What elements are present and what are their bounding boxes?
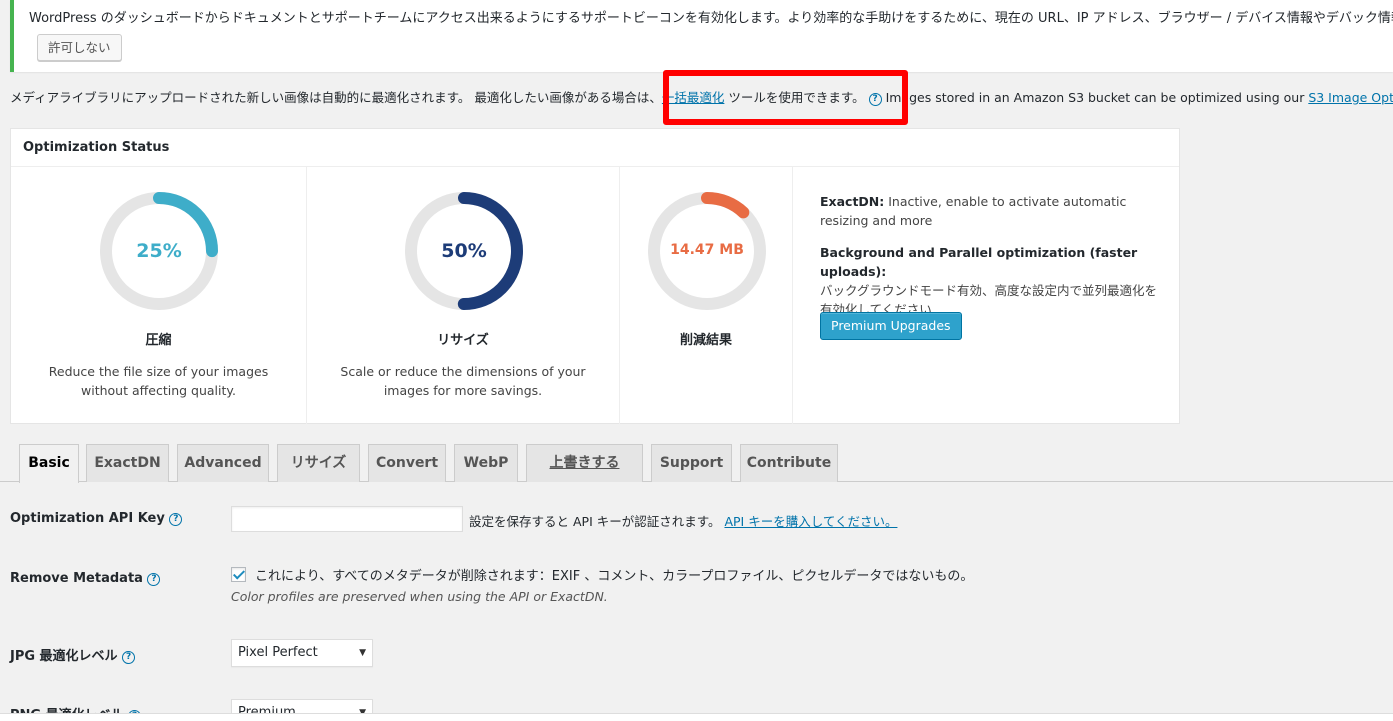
savings-ring: 14.47 MB xyxy=(645,189,769,313)
resize-desc-line2: images for more savings. xyxy=(383,383,543,398)
tab-overwrite-label: 上書きする xyxy=(549,455,620,471)
window-bottom-edge xyxy=(0,713,1393,721)
notice-text: WordPress のダッシュボードからドキュメントとサポートチームにアクセス出… xyxy=(29,11,1393,26)
bulk-optimize-link[interactable]: 一括最適化 xyxy=(662,90,725,105)
tab-advanced[interactable]: Advanced xyxy=(177,444,269,482)
resize-desc-line1: Scale or reduce the dimensions of your xyxy=(340,364,586,379)
resize-ring: 50% xyxy=(402,189,526,313)
jpg-level-select[interactable]: Pixel Perfect ▼ xyxy=(231,639,373,667)
compress-ring: 25% xyxy=(97,189,221,313)
jpg-help-icon[interactable]: ? xyxy=(122,651,136,664)
savings-value: 14.47 MB xyxy=(670,242,744,258)
premium-upgrades-button[interactable]: Premium Upgrades xyxy=(820,312,962,340)
resize-title: リサイズ xyxy=(437,333,489,348)
savings-title: 削減結果 xyxy=(679,333,732,348)
premium-column: ExactDN: Inactive, enable to activate au… xyxy=(793,167,1179,424)
s3-text: Images stored in an Amazon S3 bucket can… xyxy=(881,90,1309,105)
tab-convert[interactable]: Convert xyxy=(368,444,446,482)
api-key-row-label: Optimization API Key ? xyxy=(10,511,183,526)
api-key-label: Optimization API Key xyxy=(10,511,165,526)
s3-image-optimizer-link[interactable]: S3 Image Opt xyxy=(1308,90,1393,105)
resize-value: 50% xyxy=(441,240,487,262)
compress-desc-line2: without affecting quality. xyxy=(81,383,236,398)
api-desc-text: 設定を保存すると API キーが認証されます。 xyxy=(469,514,725,529)
jpg-row-label: JPG 最適化レベル ? xyxy=(10,645,136,664)
support-beacon-notice: WordPress のダッシュボードからドキュメントとサポートチームにアクセス出… xyxy=(10,0,1393,72)
purchase-api-key-link[interactable]: API キーを購入してください。 xyxy=(724,514,897,529)
tab-resize[interactable]: リサイズ xyxy=(277,444,360,482)
api-key-description: 設定を保存すると API キーが認証されます。 API キーを購入してください。 xyxy=(469,511,897,530)
background-status: Background and Parallel optimization (fa… xyxy=(820,243,1160,319)
settings-tabs: Basic ExactDN Advanced リサイズ Convert WebP… xyxy=(0,444,1393,483)
metadata-check-label: これにより、すべてのメタデータが削除されます：EXIF 、コメント、カラープロフ… xyxy=(255,569,974,584)
tab-overwrite[interactable]: 上書きする xyxy=(526,444,643,482)
compress-title: 圧縮 xyxy=(145,333,172,348)
metadata-note: Color profiles are preserved when using … xyxy=(231,589,608,604)
tab-exactdn[interactable]: ExactDN xyxy=(86,444,169,482)
api-key-help-icon[interactable]: ? xyxy=(169,513,183,526)
background-label: Background and Parallel optimization (fa… xyxy=(820,245,1138,279)
savings-column: 14.47 MB 削減結果 xyxy=(620,167,793,424)
optimization-status-panel: Optimization Status 25% 圧縮 Reduce the fi… xyxy=(10,128,1180,424)
tab-support[interactable]: Support xyxy=(651,444,732,482)
jpg-label: JPG 最適化レベル xyxy=(10,649,118,664)
exactdn-status: ExactDN: Inactive, enable to activate au… xyxy=(820,192,1160,230)
tab-basic[interactable]: Basic xyxy=(19,444,79,483)
deny-button[interactable]: 許可しない xyxy=(37,34,122,61)
remove-metadata-checkbox[interactable] xyxy=(231,567,246,582)
tab-contribute[interactable]: Contribute xyxy=(740,444,838,482)
info-line: メディアライブラリにアップロードされた新しい画像は自動的に最適化されます。 最適… xyxy=(10,87,1393,106)
tab-webp[interactable]: WebP xyxy=(454,444,518,482)
info-text-before: メディアライブラリにアップロードされた新しい画像は自動的に最適化されます。 最適… xyxy=(10,90,662,105)
jpg-level-value: Pixel Perfect xyxy=(238,645,318,660)
resize-column: 50% リサイズ Scale or reduce the dimensions … xyxy=(307,167,620,424)
metadata-help-icon[interactable]: ? xyxy=(147,573,161,586)
metadata-row-label: Remove Metadata ? xyxy=(10,571,161,586)
compress-desc-line1: Reduce the file size of your images xyxy=(48,364,269,379)
info-text-after: ツールを使用できます。 xyxy=(724,90,865,105)
compress-value: 25% xyxy=(136,240,182,262)
api-key-input[interactable] xyxy=(231,506,463,532)
chevron-down-icon: ▼ xyxy=(359,648,366,658)
metadata-label: Remove Metadata xyxy=(10,571,143,586)
resize-desc: Scale or reduce the dimensions of your i… xyxy=(307,362,619,400)
compress-column: 25% 圧縮 Reduce the file size of your imag… xyxy=(11,167,307,424)
help-icon[interactable]: ? xyxy=(868,93,882,106)
compress-desc: Reduce the file size of your images with… xyxy=(11,362,306,400)
status-title: Optimization Status xyxy=(23,140,170,155)
exactdn-label: ExactDN: xyxy=(820,194,885,209)
